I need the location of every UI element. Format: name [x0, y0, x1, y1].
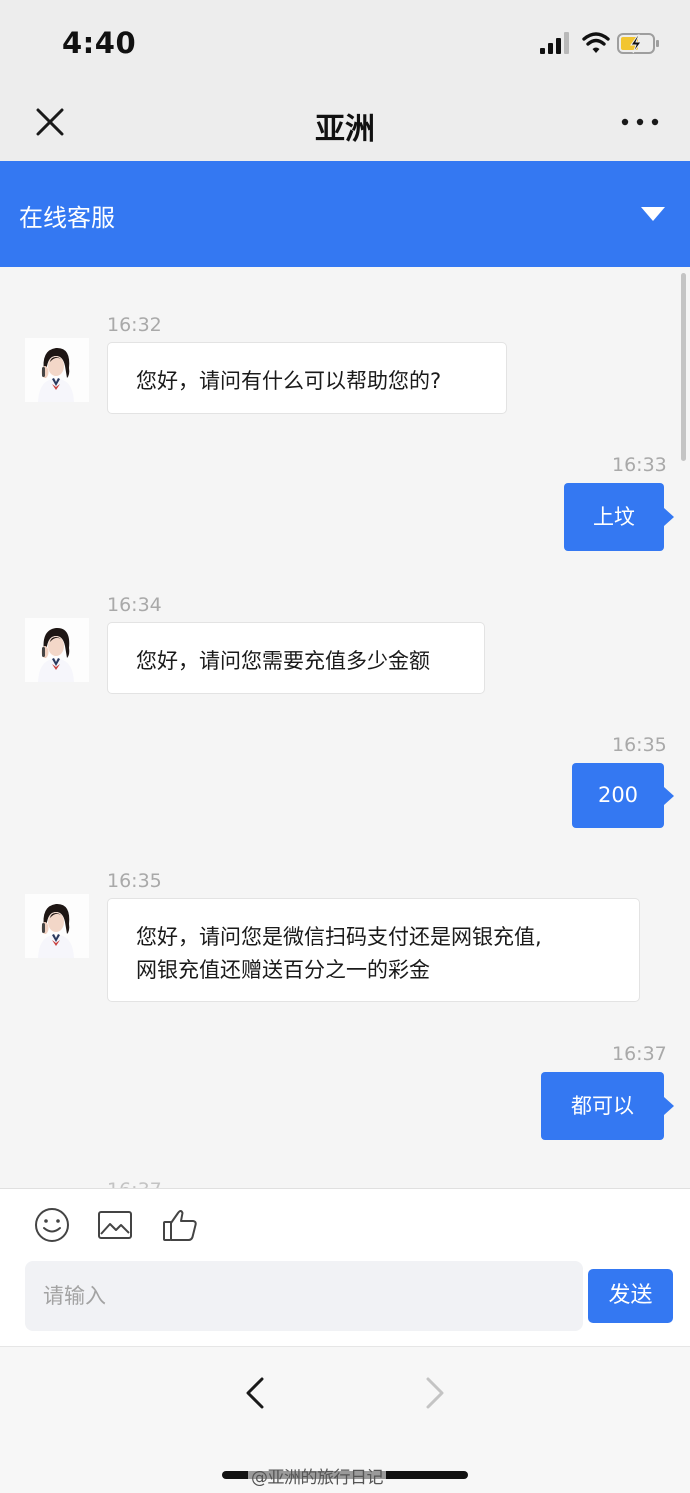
- agent-avatar[interactable]: [25, 894, 89, 958]
- status-bar: 4:40: [0, 0, 690, 88]
- message-timestamp: 16:35: [612, 734, 667, 756]
- more-icon: [621, 118, 659, 126]
- nav-bar: 亚洲: [0, 88, 690, 161]
- message-text: 您好，请问有什么可以帮助您的?: [136, 369, 442, 393]
- watermark: @亚洲的旅行日记: [248, 1463, 386, 1488]
- agent-avatar[interactable]: [25, 338, 89, 402]
- forward-button[interactable]: [418, 1373, 450, 1413]
- emoji-icon: [35, 1208, 69, 1242]
- close-icon: [36, 108, 64, 136]
- wifi-icon: [582, 32, 610, 53]
- message-text: 都可以: [571, 1094, 634, 1118]
- battery-charging-icon: [617, 33, 659, 54]
- message-bubble[interactable]: 您好，请问有什么可以帮助您的?: [107, 342, 507, 414]
- message-timestamp: 16:35: [107, 870, 162, 892]
- image-icon: [98, 1211, 132, 1239]
- message-input[interactable]: [25, 1261, 583, 1331]
- composer: 发送: [0, 1188, 690, 1346]
- collapse-toggle[interactable]: [638, 201, 668, 227]
- more-button[interactable]: [618, 102, 662, 142]
- thumbs-up-icon: [163, 1210, 197, 1241]
- message-timestamp: 16:37: [612, 1043, 667, 1065]
- chat-area[interactable]: 16:32 您好，请问有什么可以帮助您的? 16:33 上坟 16:34 您好，请问您需要…: [0, 267, 690, 1188]
- service-header: 在线客服: [0, 161, 690, 267]
- status-icons: [540, 30, 660, 58]
- close-button[interactable]: [30, 102, 70, 142]
- back-icon: [246, 1377, 264, 1409]
- bottom-nav: @亚洲的旅行日记: [0, 1346, 690, 1493]
- status-time: 4:40: [62, 26, 137, 60]
- message-text: 上坟: [593, 505, 635, 529]
- back-button[interactable]: [240, 1373, 272, 1413]
- partial-timestamp: 16:37: [107, 1179, 162, 1188]
- caret-down-icon: [641, 207, 665, 221]
- message-timestamp: 16:33: [612, 454, 667, 476]
- message-bubble[interactable]: 200: [572, 763, 674, 828]
- agent-avatar[interactable]: [25, 618, 89, 682]
- like-button[interactable]: [160, 1205, 200, 1245]
- message-bubble[interactable]: 您好，请问您需要充值多少金额: [107, 622, 485, 694]
- message-text: 网银充值还赠送百分之一的彩金: [136, 958, 430, 982]
- image-button[interactable]: [95, 1205, 135, 1245]
- message-timestamp: 16:32: [107, 314, 162, 336]
- message-bubble[interactable]: 您好，请问您是微信扫码支付还是网银充值, 网银充值还赠送百分之一的彩金: [107, 898, 640, 1002]
- page-title: 亚洲: [315, 112, 375, 147]
- emoji-button[interactable]: [32, 1205, 72, 1245]
- send-button[interactable]: 发送: [588, 1269, 673, 1323]
- scrollbar[interactable]: [681, 273, 686, 461]
- message-timestamp: 16:34: [107, 594, 162, 616]
- message-bubble[interactable]: 都可以: [541, 1072, 674, 1140]
- message-bubble[interactable]: 上坟: [564, 483, 674, 551]
- service-label: 在线客服: [19, 204, 115, 232]
- forward-icon: [426, 1377, 444, 1409]
- signal-icon: [540, 32, 569, 54]
- message-text: 您好，请问您是微信扫码支付还是网银充值,: [136, 925, 542, 949]
- message-text: 200: [597, 783, 639, 807]
- message-text: 您好，请问您需要充值多少金额: [136, 649, 430, 673]
